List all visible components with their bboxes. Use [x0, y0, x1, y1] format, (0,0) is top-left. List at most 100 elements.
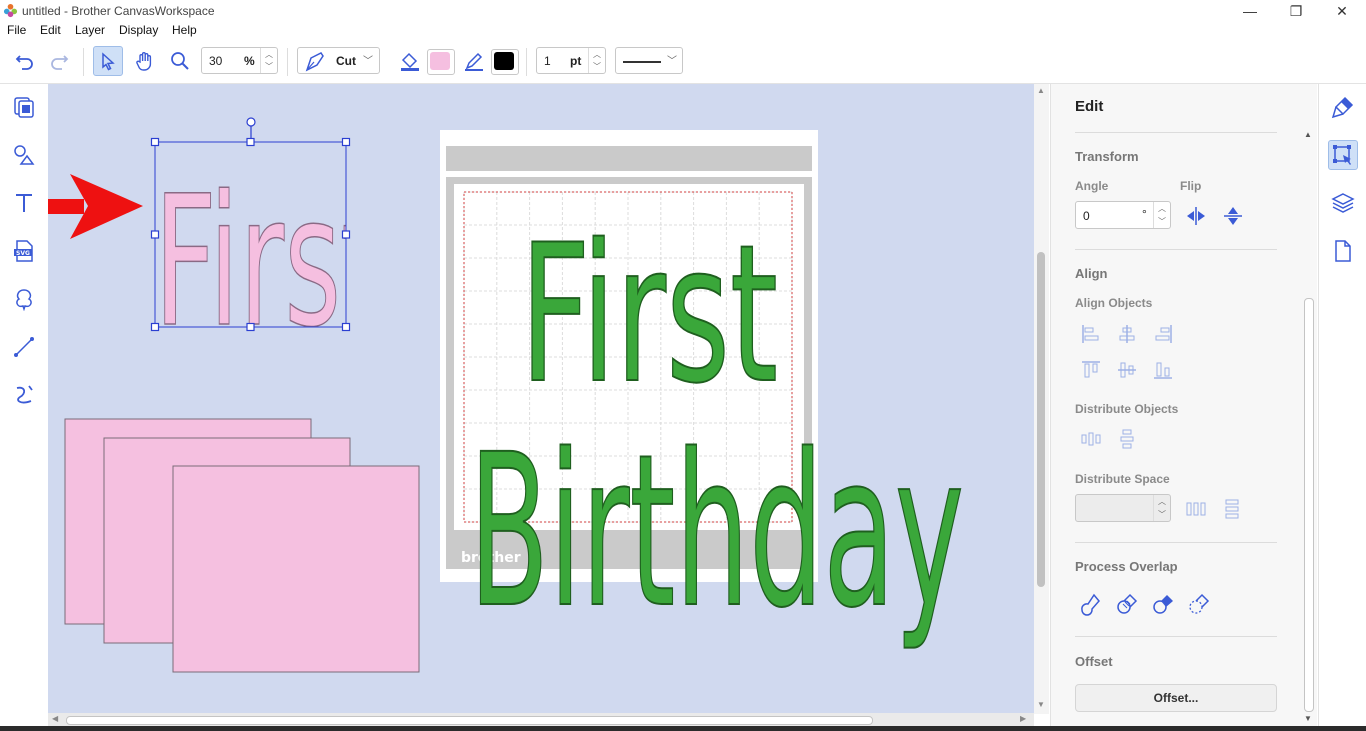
resize-handle[interactable] [246, 137, 255, 147]
canvas-drawing: brother First Birthday First [48, 117, 965, 673]
align-top-button[interactable] [1079, 358, 1103, 382]
resize-handle[interactable] [150, 230, 160, 239]
mode-select[interactable]: Cut ﹀ [297, 47, 380, 74]
selected-pink-text[interactable]: First [150, 117, 385, 367]
line-draw-button[interactable] [9, 332, 39, 362]
distribute-space-stepper[interactable]: ︿ ﹀ [1153, 495, 1170, 521]
menu-file[interactable]: File [7, 23, 26, 37]
weld-button[interactable] [1079, 592, 1103, 616]
freehand-button[interactable] [9, 380, 39, 410]
canvas-vertical-scrollbar[interactable]: ▲ ▼ [1034, 84, 1049, 714]
menu-display[interactable]: Display [119, 23, 158, 37]
color-style-tab[interactable] [1328, 92, 1358, 122]
svg-import-button[interactable]: SVG [9, 236, 39, 266]
zoom-tool-button[interactable] [165, 46, 195, 76]
text-button[interactable] [9, 188, 39, 218]
minimize-button[interactable]: — [1227, 0, 1273, 22]
distribute-space-horizontal-button[interactable] [1184, 497, 1208, 521]
align-top-icon [1082, 361, 1100, 378]
resize-handle[interactable] [341, 322, 351, 332]
chevron-down-icon: ﹀ [1158, 217, 1166, 226]
menu-layer[interactable]: Layer [75, 23, 105, 37]
green-text-birthday[interactable]: Birthday [468, 408, 965, 655]
svg-file-icon: SVG [14, 240, 33, 262]
resize-handle[interactable] [341, 230, 351, 239]
distribute-space-input[interactable]: ︿ ﹀ [1075, 494, 1171, 522]
page-icon [1335, 240, 1351, 262]
menu-help[interactable]: Help [172, 23, 197, 37]
page-settings-tab[interactable] [1328, 236, 1358, 266]
align-left-icon [1082, 325, 1099, 343]
line-width-input[interactable]: 1 pt ︿ ﹀ [536, 47, 606, 74]
chevron-up-icon: ︿ [265, 49, 273, 59]
flip-horizontal-icon [1187, 207, 1205, 225]
layers-tab[interactable] [1328, 188, 1358, 218]
chevron-down-icon: ﹀ [265, 62, 273, 72]
panel-scroll-thumb[interactable] [1304, 298, 1314, 712]
distribute-objects-label: Distribute Objects [1075, 402, 1179, 416]
align-center-v-button[interactable] [1115, 358, 1139, 382]
distribute-horizontal-button[interactable] [1079, 427, 1103, 451]
scroll-down-arrow-icon[interactable]: ▼ [1304, 714, 1312, 723]
distribute-vertical-button[interactable] [1115, 427, 1139, 451]
resize-handle[interactable] [150, 137, 160, 147]
panel-scrollbar[interactable]: ▲ ▼ [1302, 130, 1314, 725]
resize-handle[interactable] [246, 322, 255, 332]
select-tool-button[interactable] [93, 46, 123, 76]
zoom-input[interactable]: 30 % ︿ ﹀ [201, 47, 278, 74]
pink-text-first[interactable]: First [154, 157, 384, 367]
fill-color-swatch[interactable] [427, 49, 455, 75]
align-right-button[interactable] [1151, 322, 1175, 346]
design-canvas[interactable]: brother First Birthday First [48, 84, 1034, 714]
redo-button[interactable] [44, 46, 74, 76]
scroll-up-arrow-icon[interactable]: ▲ [1037, 86, 1045, 95]
flip-vertical-button[interactable] [1221, 204, 1245, 228]
horizontal-scroll-thumb[interactable] [66, 716, 873, 725]
intersect-icon [1117, 593, 1138, 614]
align-center-h-button[interactable] [1115, 322, 1139, 346]
template-button[interactable] [9, 92, 39, 122]
green-text-first[interactable]: First [519, 203, 779, 426]
line-style-select[interactable]: ﹀ [615, 47, 683, 74]
divider [1075, 132, 1277, 133]
scroll-down-arrow-icon[interactable]: ▼ [1037, 700, 1045, 709]
undo-button[interactable] [10, 46, 40, 76]
scroll-right-arrow-icon[interactable]: ▶ [1020, 714, 1026, 723]
subtract-button[interactable] [1151, 592, 1175, 616]
scroll-up-arrow-icon[interactable]: ▲ [1304, 130, 1312, 139]
fill-tool-button[interactable] [395, 46, 425, 76]
edit-tab[interactable] [1328, 140, 1358, 170]
chevron-down-icon: ﹀ [363, 56, 373, 67]
vertical-scroll-thumb[interactable] [1037, 252, 1045, 587]
green-text-group[interactable]: First Birthday [468, 203, 965, 655]
line-color-swatch[interactable] [491, 49, 519, 75]
menu-bar: File Edit Layer Display Help [0, 22, 1366, 40]
zoom-stepper[interactable]: ︿ ﹀ [260, 48, 277, 73]
restore-button[interactable]: ❐ [1273, 0, 1319, 22]
line-width-stepper[interactable]: ︿ ﹀ [588, 48, 605, 73]
line-width-value: 1 [544, 54, 551, 68]
zoom-value: 30 [209, 54, 223, 68]
pan-tool-button[interactable] [130, 46, 160, 76]
line-tool-button[interactable] [459, 46, 489, 76]
resize-handle[interactable] [150, 322, 160, 332]
angle-input[interactable]: 0 ° ︿ ﹀ [1075, 201, 1171, 229]
canvas-horizontal-scrollbar[interactable]: ◀ ▶ [48, 713, 1034, 726]
align-bottom-button[interactable] [1151, 358, 1175, 382]
rotate-handle[interactable] [246, 117, 256, 127]
angle-stepper[interactable]: ︿ ﹀ [1153, 202, 1170, 228]
divide-button[interactable] [1187, 592, 1211, 616]
pink-rectangle-front[interactable] [172, 465, 420, 673]
chevron-up-icon: ︿ [1158, 204, 1166, 213]
resize-handle[interactable] [341, 137, 351, 147]
offset-button[interactable]: Offset... [1075, 684, 1277, 712]
shapes-button[interactable] [9, 140, 39, 170]
scroll-left-arrow-icon[interactable]: ◀ [52, 714, 58, 723]
image-trace-button[interactable] [9, 284, 39, 314]
menu-edit[interactable]: Edit [40, 23, 61, 37]
intersect-button[interactable] [1115, 592, 1139, 616]
close-button[interactable]: ✕ [1319, 0, 1365, 22]
flip-horizontal-button[interactable] [1184, 204, 1208, 228]
distribute-space-vertical-button[interactable] [1220, 497, 1244, 521]
align-left-button[interactable] [1079, 322, 1103, 346]
